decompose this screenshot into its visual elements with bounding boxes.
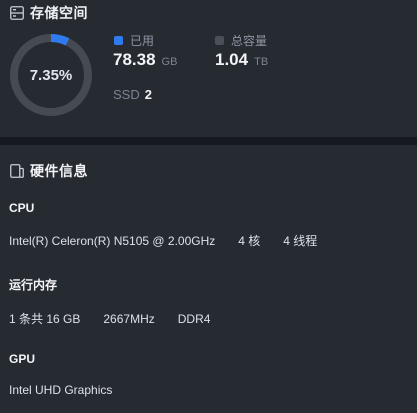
- cpu-threads: 4 线程: [283, 234, 318, 248]
- used-value: 78.38 GB: [113, 50, 177, 70]
- used-unit: GB: [161, 56, 178, 68]
- ssd-label: SSD: [113, 87, 140, 102]
- system-overview: 存储空间 7.35% 已用 78.38 GB 总容量 1.04 TB SSD 2…: [0, 0, 417, 413]
- storage-usage-ring: 7.35%: [8, 32, 94, 118]
- total-unit: TB: [254, 56, 269, 68]
- used-legend: 已用: [114, 32, 154, 49]
- gpu-details: Intel UHD Graphics: [9, 383, 112, 397]
- memory-section: 运行内存 1 条共 16 GB 2667MHz DDR4: [9, 276, 210, 327]
- usage-percent: 7.35%: [29, 66, 73, 84]
- storage-header: 存储空间: [10, 3, 88, 23]
- total-number: 1.04: [215, 50, 249, 69]
- hardware-title: 硬件信息: [30, 163, 88, 179]
- used-label: 已用: [130, 34, 155, 48]
- gpu-section: GPU Intel UHD Graphics: [9, 352, 112, 397]
- total-legend: 总容量: [215, 32, 267, 49]
- hardware-header: 硬件信息: [10, 161, 88, 181]
- used-number: 78.38: [113, 50, 156, 69]
- hardware-card: 硬件信息 CPU Intel(R) Celeron(R) N5105 @ 2.0…: [0, 145, 417, 413]
- total-value: 1.04 TB: [215, 50, 268, 70]
- cpu-section: CPU Intel(R) Celeron(R) N5105 @ 2.00GHz …: [9, 201, 317, 249]
- storage-title: 存储空间: [30, 5, 88, 21]
- gpu-title: GPU: [9, 352, 36, 366]
- memory-speed: 2667MHz: [103, 311, 155, 326]
- ssd-count: 2: [144, 87, 152, 102]
- cpu-title: CPU: [9, 201, 35, 215]
- hardware-icon: [10, 164, 24, 178]
- ssd-count-row: SSD 2: [113, 87, 152, 102]
- used-swatch: [114, 36, 123, 45]
- cpu-details: Intel(R) Celeron(R) N5105 @ 2.00GHz 4 核 …: [9, 232, 317, 249]
- memory-type: DDR4: [177, 311, 211, 326]
- cpu-model: Intel(R) Celeron(R) N5105 @ 2.00GHz: [9, 233, 216, 248]
- total-label: 总容量: [231, 34, 268, 48]
- memory-details: 1 条共 16 GB 2667MHz DDR4: [9, 310, 210, 327]
- gpu-model: Intel UHD Graphics: [9, 383, 113, 397]
- memory-title: 运行内存: [9, 278, 58, 292]
- cpu-cores: 4 核: [238, 234, 261, 248]
- memory-modules: 1 条共 16 GB: [9, 312, 81, 326]
- total-swatch: [215, 36, 224, 45]
- storage-icon: [10, 6, 24, 20]
- storage-card: 存储空间 7.35% 已用 78.38 GB 总容量 1.04 TB SSD 2: [0, 0, 417, 137]
